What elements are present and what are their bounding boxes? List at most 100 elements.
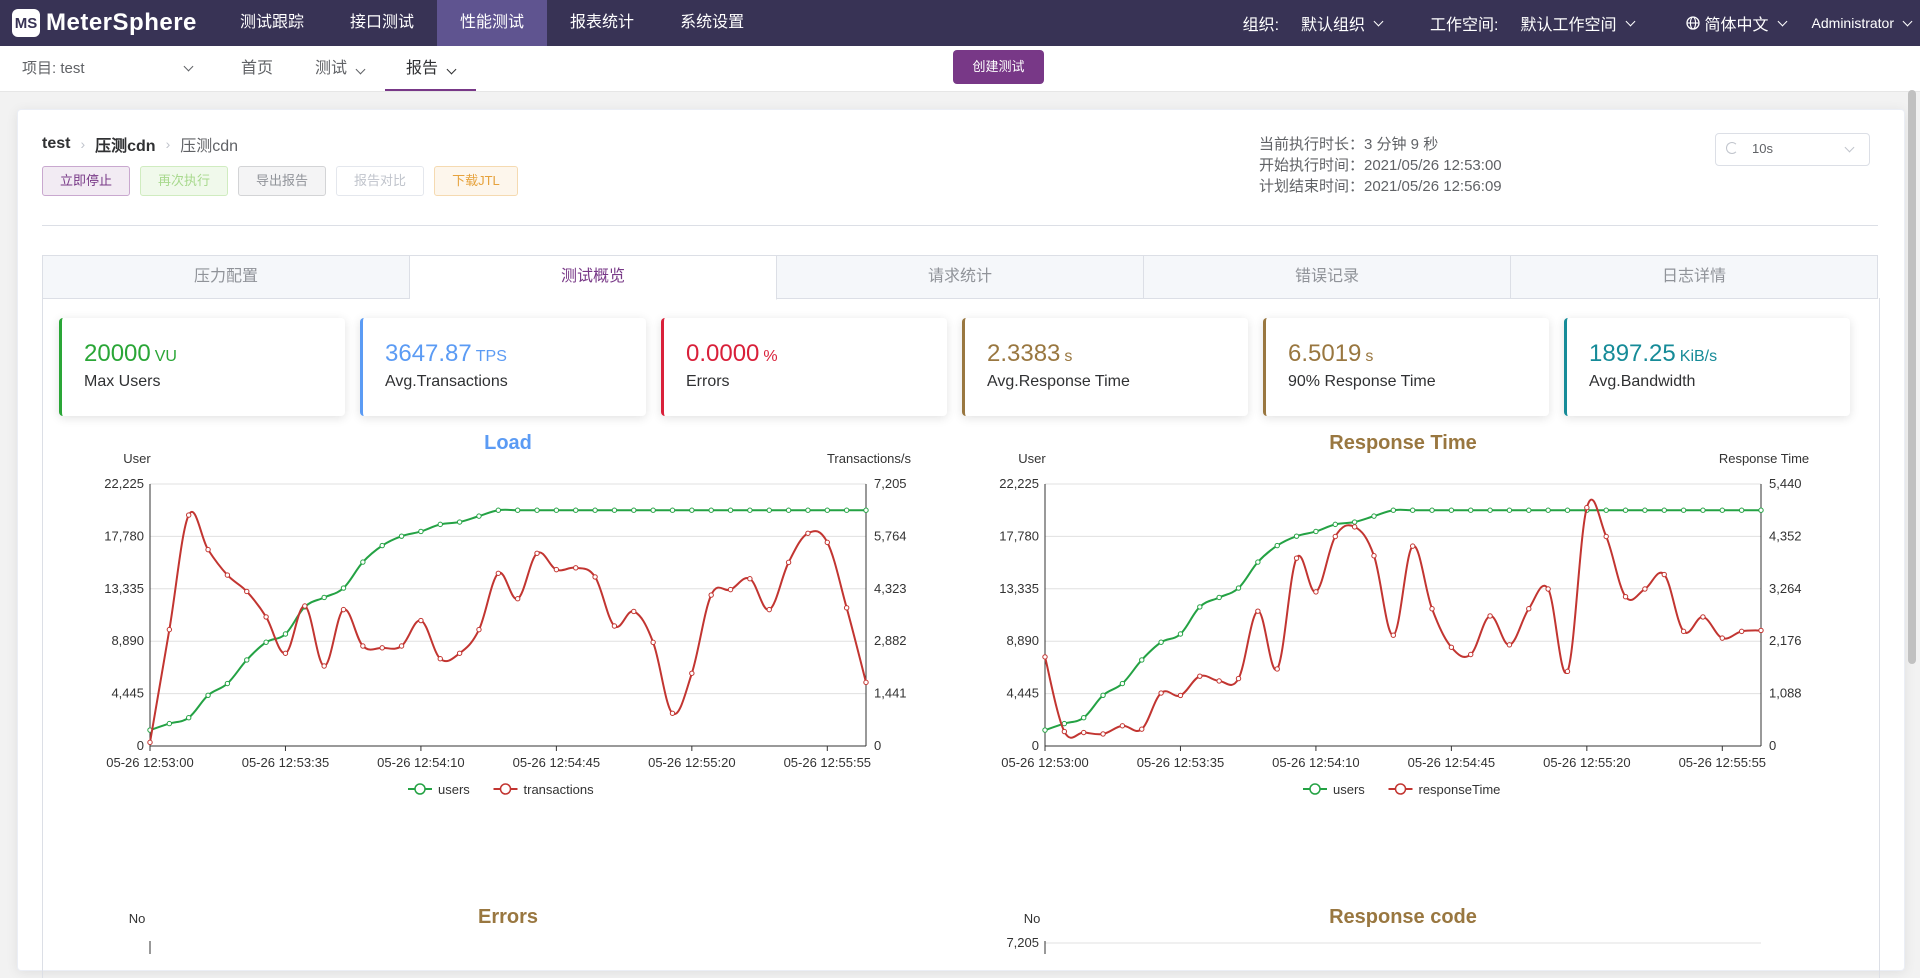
response-code-chart: Response code No 7,205 [1006, 906, 1761, 954]
data-point-users [1429, 507, 1435, 513]
data-point-users [1255, 559, 1261, 565]
data-point-users [1216, 594, 1222, 601]
submenu-test[interactable]: 测试 [294, 46, 385, 91]
data-point-users [1042, 727, 1048, 733]
data-point-transactions [321, 663, 327, 669]
series-line-responseTime [1044, 498, 1762, 739]
org-switcher[interactable]: 组织: 默认组织 [1243, 11, 1384, 35]
run-end-time: 计划结束时间：2021/05/26 12:56:09 [1259, 178, 1502, 195]
data-point-transactions [244, 588, 250, 595]
download-jtl-button[interactable]: 下载JTL [434, 166, 518, 196]
top-right-controls: 组织: 默认组织 工作空间: 默认工作空间 简体中文 Administrator [1243, 0, 1920, 46]
y-tick-right: 4,323 [874, 581, 907, 596]
metric-label: Avg.Bandwidth [1589, 373, 1696, 390]
data-point-users [398, 533, 405, 539]
data-point-responseTime [1603, 533, 1609, 540]
tab-log-details[interactable]: 日志详情 [1511, 256, 1877, 298]
create-test-button[interactable]: 创建测试 [953, 50, 1044, 84]
data-point-users [1390, 507, 1397, 513]
logo[interactable]: MS MeterSphere [12, 6, 197, 40]
chart-title: Load [484, 432, 532, 454]
y-axis-label-right: Response Time [1719, 451, 1809, 466]
data-point-transactions [573, 565, 579, 571]
y-tick-right: 5,440 [1769, 476, 1802, 491]
data-point-transactions [824, 539, 830, 546]
breadcrumb: test › 压测cdn › 压测cdn [42, 132, 238, 156]
y-tick-right: 2,882 [874, 633, 907, 648]
rerun-button[interactable]: 再次执行 [140, 166, 229, 196]
x-tick-label: 05-26 12:55:55 [784, 755, 871, 770]
data-point-transactions [843, 605, 850, 611]
breadcrumb-report: 压测cdn [180, 138, 239, 155]
metric-label: Errors [686, 373, 730, 390]
data-point-transactions [495, 570, 502, 576]
run-start-time: 开始执行时间：2021/05/26 12:53:00 [1259, 157, 1502, 174]
metric-avg-bandwidth: 1897.25 KiB/s Avg.Bandwidth [1564, 318, 1850, 416]
breadcrumb-test[interactable]: 压测cdn [95, 132, 155, 156]
metric-unit: s [1064, 348, 1073, 365]
tab-error-log[interactable]: 错误记录 [1144, 256, 1511, 298]
y-tick-left: 13,335 [999, 581, 1039, 596]
org-value: 默认组织 [1301, 17, 1366, 34]
data-point-transactions [186, 512, 192, 518]
data-point-responseTime [1468, 651, 1474, 658]
data-point-users [1139, 657, 1145, 663]
data-point-users [573, 507, 579, 513]
submenu-report[interactable]: 报告 [385, 46, 477, 91]
tab-overview[interactable]: 测试概览 [410, 256, 777, 300]
data-point-transactions [727, 586, 734, 593]
logo-icon: MS [12, 9, 40, 37]
data-point-responseTime [1719, 635, 1725, 641]
data-point-users [418, 528, 424, 535]
metric-value: 2.3383 [987, 340, 1061, 367]
refresh-interval-select[interactable]: 10s [1715, 133, 1870, 166]
menu-report-stats[interactable]: 报表统计 [547, 0, 657, 46]
data-point-transactions [147, 739, 153, 746]
language-switcher[interactable]: 简体中文 [1685, 11, 1787, 35]
tab-pressure-config[interactable]: 压力配置 [43, 256, 410, 298]
data-point-transactions [282, 650, 289, 656]
breadcrumb-project[interactable]: test [42, 135, 70, 153]
menu-system-settings[interactable]: 系统设置 [657, 0, 767, 46]
data-point-users [1506, 507, 1513, 513]
data-point-users [360, 559, 366, 565]
data-point-transactions [805, 530, 811, 536]
report-tabs: 压力配置 测试概览 请求统计 错误记录 日志详情 [42, 255, 1878, 300]
data-point-users [650, 507, 656, 513]
export-report-button[interactable]: 导出报告 [238, 166, 327, 196]
project-selector[interactable]: 项目: test [22, 46, 194, 91]
menu-performance-test[interactable]: 性能测试 [437, 0, 548, 46]
submenu-test-label: 测试 [315, 60, 348, 77]
data-point-users [1409, 507, 1416, 513]
y-tick-left: 22,225 [104, 476, 144, 491]
user-menu[interactable]: Administrator [1811, 15, 1913, 31]
metric-value-wrap: 1897.25 KiB/s [1589, 340, 1717, 368]
data-point-transactions [708, 592, 714, 598]
submenu-home[interactable]: 首页 [220, 46, 294, 91]
y-tick-left: 17,780 [999, 528, 1039, 543]
data-point-responseTime [1332, 533, 1338, 540]
chevron-down-icon [1373, 16, 1384, 26]
data-point-transactions [340, 606, 347, 613]
data-point-transactions [689, 670, 695, 676]
y-axis-label-left: User [123, 451, 151, 466]
page-scrollbar[interactable] [1908, 90, 1916, 664]
tab-request-stats[interactable]: 请求统计 [777, 256, 1144, 298]
y-tick-right: 1,088 [1769, 686, 1802, 701]
compare-report-button[interactable]: 报告对比 [336, 166, 425, 196]
y-tick-right: 7,205 [874, 476, 907, 491]
data-point-transactions [302, 603, 308, 609]
menu-api-test[interactable]: 接口测试 [327, 0, 437, 46]
data-point-users [1235, 585, 1242, 591]
chart-title: Errors [478, 906, 538, 928]
data-point-users [669, 507, 676, 513]
series-line-users [149, 508, 866, 732]
y-tick-left: 13,335 [104, 581, 144, 596]
y-tick-right: 5,764 [874, 528, 907, 543]
stop-button[interactable]: 立即停止 [42, 166, 131, 196]
data-point-transactions [398, 643, 405, 649]
user-name: Administrator [1811, 15, 1894, 31]
workspace-switcher[interactable]: 工作空间: 默认工作空间 [1430, 11, 1635, 35]
y-tick-left: 8,890 [1006, 633, 1039, 648]
menu-test-track[interactable]: 测试跟踪 [217, 0, 327, 46]
